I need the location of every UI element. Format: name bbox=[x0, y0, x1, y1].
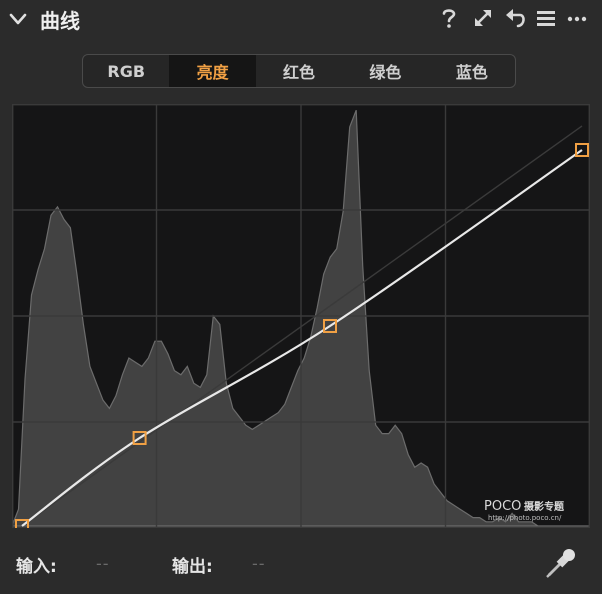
panel-header: 曲线 bbox=[0, 0, 602, 38]
tab-blue[interactable]: 蓝色 bbox=[429, 55, 515, 87]
watermark: POCO 摄影专题 http://photo.poco.cn/ bbox=[484, 499, 565, 522]
input-label: 输入: bbox=[16, 557, 57, 577]
curve-editor[interactable]: POCO 摄影专题 http://photo.poco.cn/ bbox=[12, 104, 590, 528]
menu-icon[interactable] bbox=[536, 7, 556, 29]
panel-title: 曲线 bbox=[40, 9, 80, 33]
eyedropper-icon[interactable] bbox=[544, 546, 578, 580]
help-icon[interactable] bbox=[440, 7, 458, 29]
expand-icon[interactable] bbox=[472, 7, 494, 29]
undo-icon[interactable] bbox=[504, 7, 526, 29]
chevron-down-icon[interactable] bbox=[8, 10, 28, 28]
output-value[interactable]: -- bbox=[252, 554, 266, 573]
more-icon[interactable] bbox=[566, 7, 588, 29]
watermark-url: http://photo.poco.cn/ bbox=[488, 514, 562, 522]
tab-red[interactable]: 红色 bbox=[256, 55, 342, 87]
output-label: 输出: bbox=[172, 557, 213, 577]
channel-tabs: RGB 亮度 红色 绿色 蓝色 bbox=[82, 54, 516, 88]
input-value[interactable]: -- bbox=[96, 554, 110, 573]
tab-rgb[interactable]: RGB bbox=[83, 55, 169, 87]
tab-luminance[interactable]: 亮度 bbox=[169, 55, 256, 87]
tab-green[interactable]: 绿色 bbox=[342, 55, 428, 87]
curve-canvas[interactable]: POCO 摄影专题 http://photo.poco.cn/ bbox=[12, 104, 590, 528]
watermark-tagline: 摄影专题 bbox=[524, 500, 565, 513]
watermark-brand: POCO bbox=[484, 499, 521, 514]
